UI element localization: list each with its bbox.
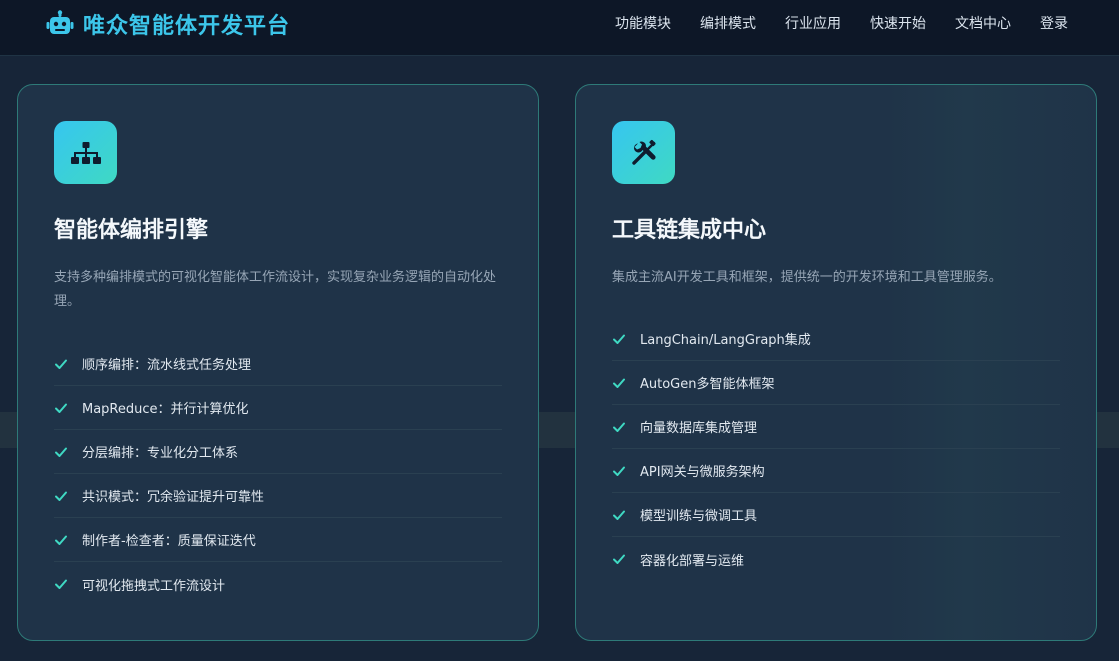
nav-item-quickstart[interactable]: 快速开始 [870, 14, 926, 34]
feature-label: MapReduce：并行计算优化 [82, 402, 249, 417]
feature-list: 顺序编排：流水线式任务处理 MapReduce：并行计算优化 分层编排：专业化分… [54, 342, 502, 606]
nav-item-industry[interactable]: 行业应用 [785, 14, 841, 34]
feature-item: 制作者-检查者：质量保证迭代 [54, 518, 502, 562]
feature-label: 分层编排：专业化分工体系 [82, 446, 239, 461]
check-icon [55, 535, 67, 545]
nav-item-orchestration[interactable]: 编排模式 [700, 14, 756, 34]
feature-label: API网关与微服务架构 [640, 465, 765, 480]
feature-list: LangChain/LangGraph集成 AutoGen多智能体框架 向量数据… [612, 317, 1060, 581]
robot-icon [46, 10, 74, 34]
check-icon [55, 359, 67, 369]
feature-item: 分层编排：专业化分工体系 [54, 430, 502, 474]
check-icon [55, 403, 67, 413]
tools-icon [631, 139, 656, 165]
brand-name: 唯众智能体开发平台 [83, 14, 291, 39]
feature-card-toolchain: 工具链集成中心 集成主流AI开发工具和框架，提供统一的开发环境和工具管理服务。 … [575, 84, 1097, 641]
check-icon [613, 466, 625, 476]
feature-item: API网关与微服务架构 [612, 449, 1060, 493]
feature-item: LangChain/LangGraph集成 [612, 317, 1060, 361]
nav-item-features[interactable]: 功能模块 [615, 14, 671, 34]
feature-item: 模型训练与微调工具 [612, 493, 1060, 537]
check-icon [55, 579, 67, 589]
feature-item: AutoGen多智能体框架 [612, 361, 1060, 405]
card-icon-badge [612, 121, 675, 184]
feature-label: 共识模式：冗余验证提升可靠性 [82, 490, 265, 505]
feature-label: 顺序编排：流水线式任务处理 [82, 358, 252, 373]
check-icon [613, 510, 625, 520]
card-description: 集成主流AI开发工具和框架，提供统一的开发环境和工具管理服务。 [612, 270, 1002, 285]
feature-item: 向量数据库集成管理 [612, 405, 1060, 449]
feature-card-orchestration: 智能体编排引擎 支持多种编排模式的可视化智能体工作流设计，实现复杂业务逻辑的自动… [17, 84, 539, 641]
feature-item: 共识模式：冗余验证提升可靠性 [54, 474, 502, 518]
nav-item-login[interactable]: 登录 [1040, 14, 1068, 34]
feature-item: 可视化拖拽式工作流设计 [54, 562, 502, 606]
feature-label: 容器化部署与运维 [640, 553, 745, 569]
sitemap-icon [70, 141, 101, 164]
check-icon [613, 554, 625, 564]
feature-label: AutoGen多智能体框架 [640, 377, 775, 392]
feature-label: 向量数据库集成管理 [640, 421, 758, 436]
brand-logo-link[interactable]: 唯众智能体开发平台 [45, 9, 290, 39]
feature-item: 顺序编排：流水线式任务处理 [54, 342, 502, 386]
feature-label: 模型训练与微调工具 [640, 509, 758, 524]
feature-label: 可视化拖拽式工作流设计 [82, 578, 226, 594]
check-icon [55, 491, 67, 501]
main-nav: 功能模块 编排模式 行业应用 快速开始 文档中心 登录 [615, 14, 1068, 34]
check-icon [613, 422, 625, 432]
feature-label: 制作者-检查者：质量保证迭代 [82, 534, 256, 549]
feature-item: MapReduce：并行计算优化 [54, 386, 502, 430]
card-title: 工具链集成中心 [612, 218, 767, 243]
nav-item-docs[interactable]: 文档中心 [955, 14, 1011, 34]
check-icon [613, 378, 625, 388]
card-title: 智能体编排引擎 [54, 218, 209, 243]
card-icon-badge [54, 121, 117, 184]
check-icon [613, 334, 625, 344]
feature-label: LangChain/LangGraph集成 [640, 333, 811, 348]
feature-item: 容器化部署与运维 [612, 537, 1060, 581]
check-icon [55, 447, 67, 457]
top-header: 唯众智能体开发平台 功能模块 编排模式 行业应用 快速开始 文档中心 登录 [0, 0, 1119, 56]
card-description: 支持多种编排模式的可视化智能体工作流设计，实现复杂业务逻辑的自动化处理。 [54, 270, 497, 309]
